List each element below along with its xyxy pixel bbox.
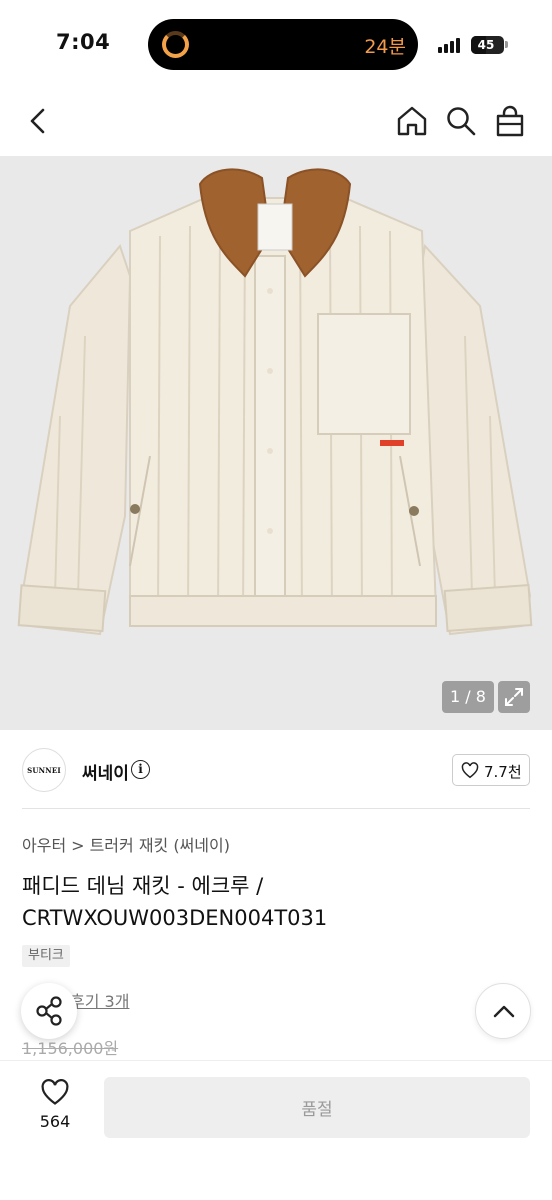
battery-icon: 45 bbox=[471, 36, 504, 54]
brand-logo[interactable]: SUNNEI bbox=[22, 748, 66, 792]
shopping-bag-icon[interactable] bbox=[492, 103, 528, 139]
top-navigation bbox=[0, 95, 552, 151]
search-icon[interactable] bbox=[443, 103, 479, 139]
wishlist-count: 564 bbox=[39, 1112, 71, 1131]
heart-icon bbox=[41, 1079, 69, 1105]
brand-like-count: 7.7천 bbox=[484, 763, 522, 781]
activity-text: 24분 bbox=[364, 36, 406, 58]
chevron-up-icon bbox=[493, 1005, 515, 1018]
heart-icon bbox=[461, 762, 479, 779]
sold-out-button[interactable]: 품절 bbox=[104, 1077, 530, 1138]
review-link[interactable]: 후기 3개 bbox=[70, 988, 129, 1012]
dynamic-island[interactable]: 24분 bbox=[148, 19, 418, 70]
back-icon[interactable] bbox=[20, 103, 56, 139]
wishlist-button[interactable]: 564 bbox=[28, 1079, 82, 1139]
brand-row: SUNNEI 써네이 i 7.7천 bbox=[0, 745, 552, 795]
breadcrumb-separator: > bbox=[71, 836, 85, 855]
jacket-image bbox=[17, 168, 533, 636]
divider bbox=[22, 808, 530, 809]
bottom-action-bar: 564 품절 bbox=[0, 1060, 552, 1200]
status-time: 7:04 bbox=[56, 30, 111, 54]
boutique-badge: 부티크 bbox=[22, 945, 70, 967]
info-icon[interactable]: i bbox=[131, 760, 150, 779]
signal-icon bbox=[438, 37, 464, 53]
product-title: 패디드 데님 재킷 - 에크루 / CRTWXOUW003DEN004T031 bbox=[22, 874, 328, 930]
product-image-gallery[interactable]: 1 / 8 bbox=[0, 156, 552, 730]
share-icon bbox=[36, 996, 62, 1026]
timer-icon bbox=[162, 31, 189, 58]
status-bar: 7:04 24분 45 bbox=[0, 0, 552, 90]
expand-icon[interactable] bbox=[498, 681, 530, 713]
brand-like-button[interactable]: 7.7천 bbox=[452, 754, 530, 786]
image-pager: 1 / 8 bbox=[442, 681, 494, 713]
breadcrumb-category[interactable]: 아우터 bbox=[22, 836, 66, 855]
scroll-top-button[interactable] bbox=[475, 983, 531, 1039]
breadcrumb-subcategory[interactable]: 트러커 재킷 (써네이) bbox=[90, 836, 230, 855]
brand-name[interactable]: 써네이 bbox=[82, 759, 129, 784]
home-icon[interactable] bbox=[394, 103, 430, 139]
battery-level: 45 bbox=[477, 38, 495, 52]
breadcrumb: 아우터 > 트러커 재킷 (써네이) bbox=[22, 832, 230, 856]
share-button[interactable] bbox=[21, 983, 77, 1039]
battery-cap bbox=[505, 41, 508, 48]
